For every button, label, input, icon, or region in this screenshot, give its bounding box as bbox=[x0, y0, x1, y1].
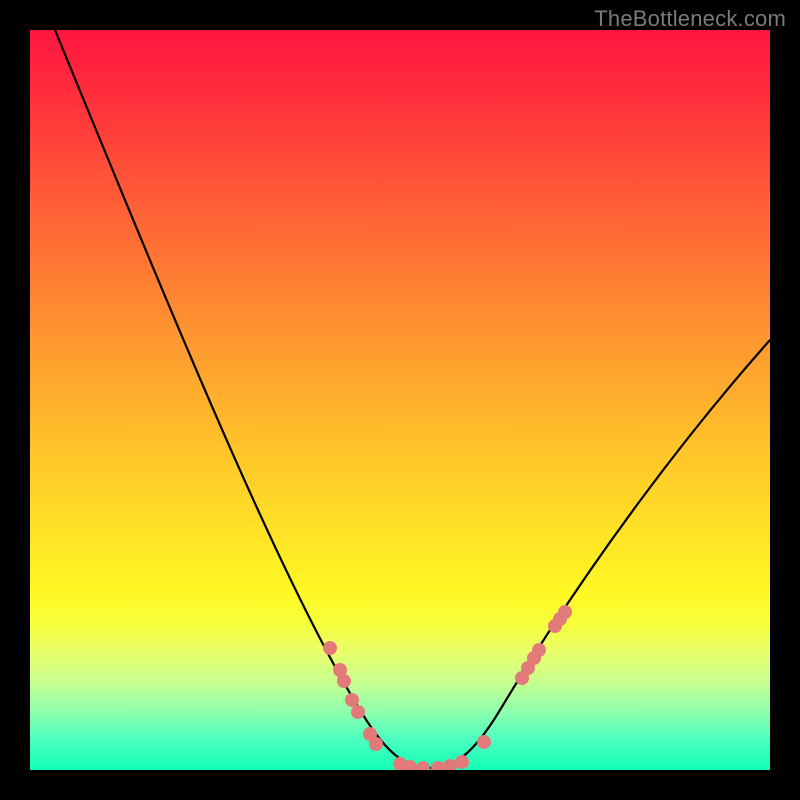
marker-dot bbox=[323, 641, 337, 655]
watermark-text: TheBottleneck.com bbox=[594, 6, 786, 32]
marker-dot bbox=[345, 693, 359, 707]
marker-dot bbox=[558, 605, 572, 619]
marker-dot bbox=[477, 735, 491, 749]
curve-markers bbox=[323, 605, 572, 770]
marker-dot bbox=[369, 737, 383, 751]
marker-dot bbox=[351, 705, 365, 719]
marker-dot bbox=[416, 761, 430, 770]
marker-dot bbox=[455, 755, 469, 769]
marker-dot bbox=[532, 643, 546, 657]
marker-dot bbox=[431, 761, 445, 770]
chart-frame: TheBottleneck.com bbox=[0, 0, 800, 800]
chart-svg bbox=[30, 30, 770, 770]
curve-line bbox=[55, 30, 770, 768]
plot-area bbox=[30, 30, 770, 770]
marker-dot bbox=[337, 674, 351, 688]
